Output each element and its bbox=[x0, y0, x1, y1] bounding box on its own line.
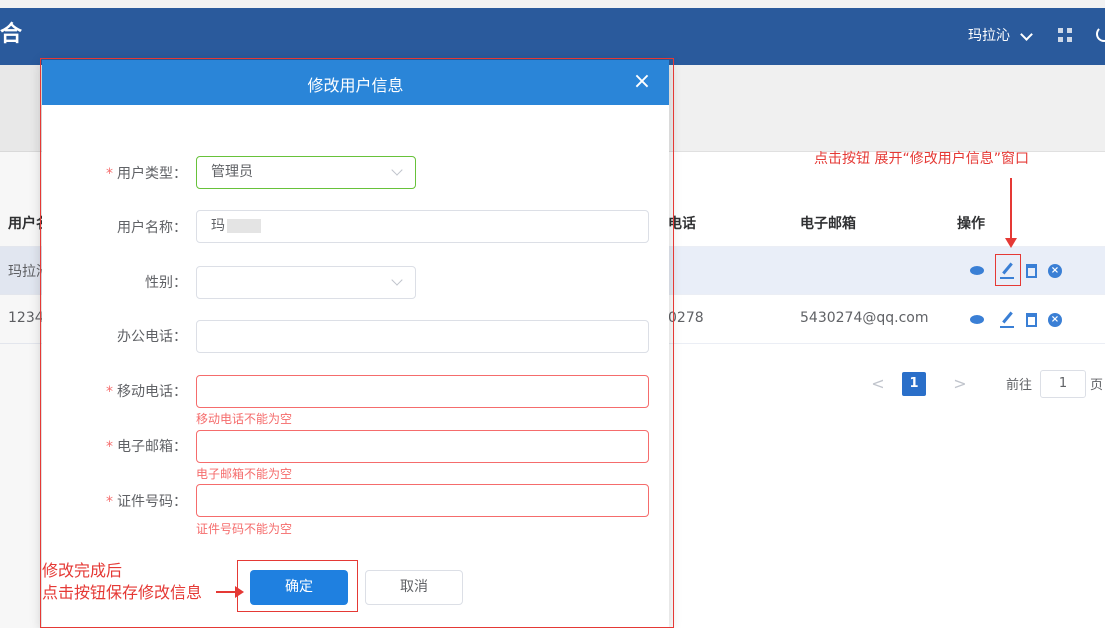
goto-page-input[interactable]: 1 bbox=[1040, 370, 1086, 398]
id-number-input[interactable] bbox=[196, 484, 649, 517]
column-header-phone: 电话 bbox=[668, 216, 696, 232]
redacted-text bbox=[227, 219, 261, 233]
column-header-email: 电子邮箱 bbox=[800, 216, 856, 232]
prev-page-button[interactable]: < bbox=[864, 370, 892, 398]
modal-overlay bbox=[0, 65, 42, 628]
column-header-actions: 操作 bbox=[957, 216, 985, 232]
edit-icon[interactable] bbox=[1000, 312, 1016, 328]
id-number-label: * 证件号码： bbox=[106, 494, 187, 510]
gender-select[interactable] bbox=[196, 266, 416, 299]
email-input[interactable] bbox=[196, 430, 649, 463]
goto-label: 前往 bbox=[1006, 378, 1033, 393]
page-unit-label: 页 bbox=[1090, 378, 1104, 393]
user-name-input[interactable]: 玛 bbox=[196, 210, 649, 243]
confirm-button-highlight bbox=[237, 560, 358, 612]
chevron-down-icon bbox=[391, 274, 403, 286]
current-user-name[interactable]: 玛拉沁 bbox=[968, 25, 1010, 45]
user-type-label: * 用户类型： bbox=[106, 166, 187, 182]
office-phone-label: 办公电话： bbox=[117, 329, 187, 345]
annotation-save: 修改完成后 点击按钮保存修改信息 bbox=[42, 561, 203, 602]
top-header: 合 玛拉沁 bbox=[0, 8, 1105, 65]
user-name-label: 用户名称： bbox=[117, 220, 187, 236]
office-phone-input[interactable] bbox=[196, 320, 649, 353]
email-label: * 电子邮箱： bbox=[106, 439, 187, 455]
logout-icon[interactable] bbox=[1096, 26, 1105, 42]
edit-user-dialog: 修改用户信息 × * 用户类型： 管理员 用户名称： 玛 性别： 办公电话： * 移… bbox=[42, 60, 669, 628]
mobile-label: * 移动电话： bbox=[106, 384, 187, 400]
mobile-error: 移动电话不能为空 bbox=[196, 412, 293, 426]
cancel-button[interactable]: 取消 bbox=[365, 570, 463, 605]
chevron-down-icon[interactable] bbox=[1020, 28, 1033, 41]
current-page-button[interactable]: 1 bbox=[902, 372, 926, 396]
id-number-error: 证件号码不能为空 bbox=[196, 522, 293, 536]
cell-email: 5430274@qq.com bbox=[800, 310, 929, 326]
fullscreen-icon[interactable] bbox=[1058, 28, 1072, 42]
view-icon[interactable] bbox=[970, 266, 984, 275]
edit-button-highlight bbox=[995, 254, 1021, 286]
mobile-input[interactable] bbox=[196, 375, 649, 408]
annotation-open-dialog: 点击按钮 展开“修改用户信息”窗口 bbox=[814, 151, 1029, 167]
dialog-title: 修改用户信息 bbox=[307, 76, 404, 95]
disable-icon[interactable]: × bbox=[1048, 313, 1062, 327]
delete-icon[interactable] bbox=[1026, 313, 1037, 327]
disable-icon[interactable]: × bbox=[1048, 264, 1062, 278]
delete-icon[interactable] bbox=[1026, 264, 1037, 278]
next-page-button[interactable]: > bbox=[946, 370, 974, 398]
chevron-down-icon bbox=[391, 164, 403, 176]
row-actions: × bbox=[970, 312, 1070, 328]
dialog-header: 修改用户信息 × bbox=[42, 60, 669, 105]
app-logo: 合 bbox=[0, 22, 23, 47]
user-type-select[interactable]: 管理员 bbox=[196, 156, 416, 189]
gender-label: 性别： bbox=[145, 275, 187, 291]
email-error: 电子邮箱不能为空 bbox=[196, 467, 293, 481]
view-icon[interactable] bbox=[970, 315, 984, 324]
annotation-arrow-right bbox=[216, 586, 244, 598]
close-icon[interactable]: × bbox=[632, 70, 652, 94]
cell-phone: 0278 bbox=[668, 310, 704, 326]
annotation-arrow-down bbox=[1005, 178, 1017, 248]
